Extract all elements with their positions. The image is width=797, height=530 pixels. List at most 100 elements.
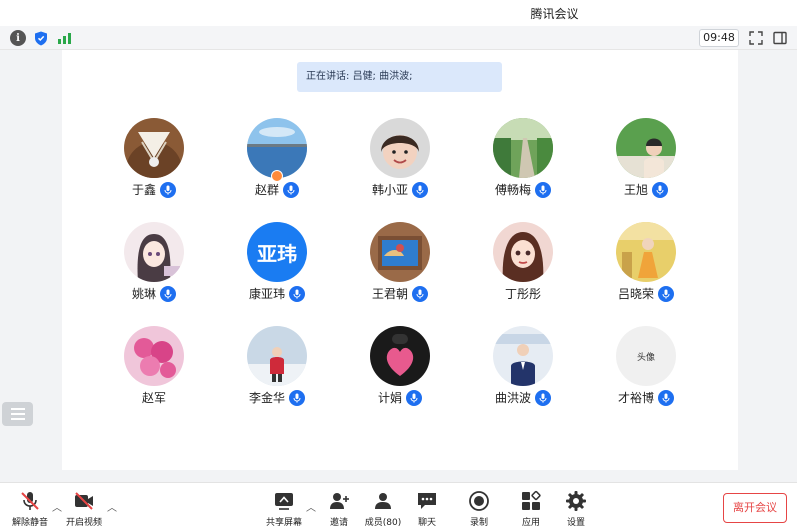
participant-tile[interactable]: 赵军 <box>99 326 209 422</box>
participant-name-row: 王君朝 <box>345 285 455 302</box>
chat-button[interactable]: 聊天 <box>412 489 442 529</box>
mic-icon <box>160 181 176 198</box>
video-off-icon <box>72 489 96 513</box>
participant-tile[interactable]: 王君朝 <box>345 222 455 318</box>
participant-name-row: 康亚玮 <box>222 285 332 302</box>
mic-icon <box>658 285 674 302</box>
participant-tile[interactable]: 亚玮 康亚玮 <box>222 222 332 318</box>
participant-name: 于鑫 <box>131 183 156 197</box>
participant-name-row: 李金华 <box>222 389 332 406</box>
video-options-caret-icon[interactable]: ︿ <box>107 499 117 514</box>
participant-tile[interactable]: 韩小亚 <box>345 118 455 214</box>
participant-tile[interactable]: 计娟 <box>345 326 455 422</box>
layout-toggle-icon[interactable] <box>772 30 788 46</box>
invite-button[interactable]: 邀请 <box>322 489 356 529</box>
avatar-heart <box>370 326 430 386</box>
avatar-placeholder: 头像 <box>616 326 676 386</box>
avatar-cartoon-girl <box>493 222 553 282</box>
participant-name-row: 计娟 <box>345 389 455 406</box>
participant-name: 赵军 <box>141 391 166 405</box>
title-bar: 腾讯会议 <box>0 0 797 26</box>
mute-options-caret-icon[interactable]: ︿ <box>52 499 62 514</box>
participant-tile[interactable]: 姚琳 <box>99 222 209 318</box>
mic-icon <box>652 181 668 198</box>
shield-icon[interactable] <box>33 30 49 46</box>
avatar-placeholder: 亚玮 <box>247 222 307 282</box>
participant-name-row: 姚琳 <box>99 285 209 302</box>
leave-meeting-button[interactable]: 离开会议 <box>723 493 787 523</box>
avatar-roses <box>124 326 184 386</box>
chat-label: 聊天 <box>417 518 436 528</box>
participant-tile[interactable]: 丁彤彤 <box>468 222 578 318</box>
participant-name: 丁彤彤 <box>504 287 541 301</box>
participant-name: 曲洪波 <box>494 391 531 405</box>
participant-name: 韩小亚 <box>371 183 408 197</box>
avatar-child <box>370 118 430 178</box>
participant-name: 康亚玮 <box>248 287 285 301</box>
participant-name: 赵群 <box>254 183 279 197</box>
fullscreen-icon[interactable] <box>748 30 764 46</box>
share-screen-icon <box>272 489 296 513</box>
avatar-man-suit <box>493 326 553 386</box>
participant-name-row: 韩小亚 <box>345 181 455 198</box>
record-label: 录制 <box>469 518 488 528</box>
window-title-wrap: 腾讯会议 <box>0 5 797 22</box>
participant-name-row: 傅畅梅 <box>468 181 578 198</box>
participant-name: 傅畅梅 <box>494 183 531 197</box>
share-screen-button[interactable]: 共享屏幕 <box>262 489 306 529</box>
gear-icon <box>564 489 588 513</box>
participant-name: 姚琳 <box>131 287 156 301</box>
info-icon[interactable]: i <box>10 30 26 46</box>
apps-button[interactable]: 应用 <box>516 489 546 529</box>
avatar-person-snow <box>247 326 307 386</box>
participant-tile[interactable]: 于鑫 <box>99 118 209 214</box>
participant-tile[interactable]: 吕晓荣 <box>591 222 701 318</box>
share-options-caret-icon[interactable]: ︿ <box>306 499 316 514</box>
participant-tile[interactable]: 曲洪波 <box>468 326 578 422</box>
unmute-label: 解除静音 <box>11 518 48 528</box>
participant-name: 李金华 <box>248 391 285 405</box>
participant-name-row: 丁彤彤 <box>468 285 578 302</box>
invite-label: 邀请 <box>329 518 348 528</box>
participant-tile[interactable]: 头像 才裕博 <box>591 326 701 422</box>
meeting-status-bar: i 09:48 <box>0 26 797 50</box>
participant-tile[interactable]: 王旭 <box>591 118 701 214</box>
participant-tile[interactable]: 赵群 <box>222 118 332 214</box>
muted-mic-icon <box>18 489 42 513</box>
mic-icon <box>535 389 551 406</box>
participant-name: 王旭 <box>623 183 648 197</box>
avatar-dress <box>616 222 676 282</box>
participant-name-row: 曲洪波 <box>468 389 578 406</box>
avatar-shuttlecocks <box>124 118 184 178</box>
avatar-woman-garden <box>616 118 676 178</box>
participant-name-row: 才裕博 <box>591 389 701 406</box>
participant-name: 吕晓荣 <box>617 287 654 301</box>
unmute-button[interactable]: 解除静音 <box>8 489 52 529</box>
participant-tile[interactable]: 傅畅梅 <box>468 118 578 214</box>
share-screen-label: 共享屏幕 <box>265 518 302 528</box>
meeting-toolbar: 解除静音 ︿ 开启视频 ︿ 共享屏幕 ︿ 邀请 成员(80) 聊天 录制 应用 … <box>0 482 797 530</box>
members-button[interactable]: 成员(80) <box>362 489 404 529</box>
avatar-path <box>493 118 553 178</box>
invite-icon <box>327 489 351 513</box>
mic-icon <box>160 285 176 302</box>
speaking-label: 正在讲话: <box>306 71 350 82</box>
participant-name-row: 赵群 <box>222 181 332 198</box>
mic-icon <box>412 181 428 198</box>
speaking-indicator: 正在讲话: 吕健; 曲洪波; <box>297 62 502 92</box>
participant-name: 才裕博 <box>617 391 654 405</box>
participant-name-row: 赵军 <box>99 389 209 406</box>
signal-icon[interactable] <box>56 30 72 46</box>
settings-button[interactable]: 设置 <box>561 489 591 529</box>
start-video-button[interactable]: 开启视频 <box>62 489 106 529</box>
mic-icon <box>535 181 551 198</box>
participant-name-row: 于鑫 <box>99 181 209 198</box>
mic-icon <box>289 389 305 406</box>
participant-name-row: 吕晓荣 <box>591 285 701 302</box>
side-panel-toggle[interactable] <box>2 402 33 426</box>
participant-tile[interactable]: 李金华 <box>222 326 332 422</box>
speaking-names: 吕健; 曲洪波; <box>352 71 413 82</box>
record-button[interactable]: 录制 <box>464 489 494 529</box>
mic-icon <box>406 389 422 406</box>
chat-icon <box>415 489 439 513</box>
